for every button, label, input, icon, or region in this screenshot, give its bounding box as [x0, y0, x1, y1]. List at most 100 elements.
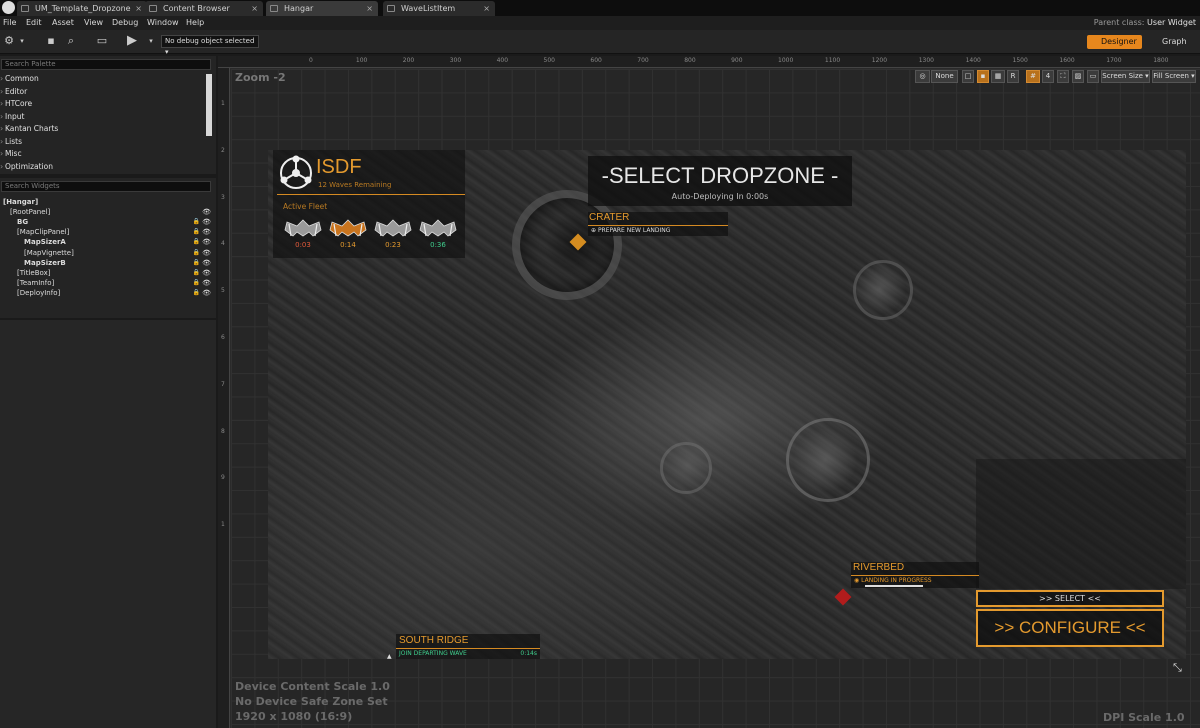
horizontal-ruler: 0 100 200 300 400 500 600 700 800 900 1000 1100 1200… — [218, 56, 1200, 68]
tab-um-template-dropzone[interactable]: UM_Template_Dropzone × — [17, 1, 147, 16]
palette-category[interactable]: Misc — [0, 148, 205, 161]
designer-button[interactable]: Designer — [1087, 35, 1142, 49]
ship-icon[interactable] — [328, 214, 368, 242]
screen-size-select[interactable]: Screen Size ▾ — [1101, 70, 1150, 83]
select-button[interactable]: >> SELECT << — [976, 590, 1164, 607]
hierarchy-row[interactable]: [TitleBox] 🔒 👁 — [0, 268, 216, 278]
locale-select[interactable]: None — [931, 70, 958, 83]
menu-file[interactable]: File — [3, 16, 16, 30]
lock-icon[interactable]: 🔒 — [193, 278, 200, 288]
tab-wavelistitem[interactable]: WaveListItem × — [383, 1, 495, 16]
tab-hangar[interactable]: Hangar × — [266, 1, 378, 16]
menu-help[interactable]: Help — [186, 16, 204, 30]
parent-class-value[interactable]: User Widget — [1147, 18, 1196, 27]
visibility-eye-icon[interactable]: 👁 — [202, 227, 211, 237]
ue-logo-icon[interactable] — [2, 1, 15, 14]
lock-icon[interactable]: 🔒 — [193, 248, 200, 258]
hierarchy-row[interactable]: BG 🔒 👁 — [0, 217, 216, 227]
palette-search-input[interactable]: Search Palette — [1, 59, 211, 70]
palette-scrollbar[interactable] — [206, 74, 212, 136]
ruler-tick-label: 2 — [221, 146, 225, 154]
lock-icon[interactable]: 🔒 — [193, 237, 200, 247]
chevron-down-icon[interactable]: ▾ — [144, 34, 158, 48]
lock-icon[interactable]: 🔒 — [193, 268, 200, 278]
ruler-tick-label: 1200 — [871, 57, 888, 64]
dropzone-riverbed[interactable]: RIVERBED ◉ LANDING IN PROGRESS — [851, 562, 979, 588]
zoom-fit-icon[interactable]: ⛶ — [1057, 70, 1069, 83]
layout-icon[interactable]: ▦ — [991, 70, 1005, 83]
menu-debug[interactable]: Debug — [112, 16, 138, 30]
dropzone-crater[interactable]: CRATER ⊕ PREPARE NEW LANDING — [588, 212, 728, 236]
visibility-eye-icon[interactable]: 👁 — [202, 288, 211, 298]
hierarchy-row[interactable]: [RootPanel] 👁 — [0, 207, 216, 217]
chevron-down-icon[interactable]: ▾ — [15, 34, 29, 48]
map-crater — [786, 418, 870, 502]
hierarchy-row[interactable]: MapSizerB 🔒 👁 — [0, 258, 216, 268]
dropzone-south-ridge[interactable]: SOUTH RIDGE JOIN DEPARTING WAVE 0:14s — [396, 634, 540, 659]
dpi-preview-icon[interactable]: ◎ — [915, 70, 930, 83]
widget-preview[interactable]: ISDF 12 Waves Remaining Active Fleet 0:0… — [268, 150, 1186, 659]
visibility-eye-icon[interactable]: 👁 — [202, 258, 211, 268]
palette-category[interactable]: HTCore — [0, 98, 205, 111]
respect-locks-button[interactable]: R — [1007, 70, 1019, 83]
hierarchy-row[interactable]: [TeamInfo] 🔒 👁 — [0, 278, 216, 288]
background-image-icon[interactable]: ▨ — [1072, 70, 1084, 83]
hierarchy-row[interactable]: [Hangar] — [0, 197, 216, 207]
palette-category[interactable]: Optimization — [0, 161, 205, 174]
visibility-eye-icon[interactable]: 👁 — [202, 207, 211, 217]
tab-content-browser[interactable]: Content Browser × — [145, 1, 263, 16]
configure-button[interactable]: >> CONFIGURE << — [976, 609, 1164, 647]
riverbed-marker-icon[interactable] — [834, 588, 852, 606]
play-icon[interactable]: ▶ — [125, 34, 139, 48]
visibility-eye-icon[interactable]: 👁 — [202, 278, 211, 288]
lock-icon[interactable]: 🔒 — [193, 227, 200, 237]
menu-view[interactable]: View — [84, 16, 103, 30]
ruler-tick-label: 600 — [590, 57, 602, 64]
ship-icon[interactable] — [373, 214, 413, 242]
palette-category[interactable]: Input — [0, 111, 205, 124]
palette-category[interactable]: Editor — [0, 86, 205, 99]
lock-icon[interactable]: ▪ — [977, 70, 989, 83]
menu-edit[interactable]: Edit — [26, 16, 42, 30]
menu-asset[interactable]: Asset — [52, 16, 74, 30]
compile-icon[interactable]: ⚙ — [2, 34, 16, 48]
debug-object-select[interactable]: No debug object selected ▾ — [161, 35, 259, 56]
resize-handle-icon[interactable]: ⤡ — [1173, 661, 1182, 675]
ruler-tick-label: 1 — [221, 100, 225, 107]
hierarchy-row[interactable]: MapSizerA 🔒 👁 — [0, 237, 216, 247]
flip-icon[interactable]: ▭ — [1087, 70, 1099, 83]
visibility-eye-icon[interactable]: 👁 — [202, 237, 211, 247]
ruler-tick-label: 1000 — [778, 57, 794, 64]
save-icon[interactable]: ▪ — [44, 34, 58, 48]
fill-screen-select[interactable]: Fill Screen ▾ — [1152, 70, 1196, 83]
find-in-browser-icon[interactable]: ⌕ — [64, 34, 78, 48]
ship-icon[interactable] — [418, 214, 458, 242]
hierarchy-row[interactable]: [MapClipPanel] 🔒 👁 — [0, 227, 216, 237]
close-icon[interactable]: × — [251, 1, 258, 16]
close-icon[interactable]: × — [366, 1, 373, 16]
close-icon[interactable]: × — [135, 1, 142, 16]
menu-window[interactable]: Window — [147, 16, 179, 30]
widget-search-input[interactable]: Search Widgets — [1, 181, 211, 192]
ship-icon[interactable] — [283, 214, 323, 242]
ruler-tick-label: 1600 — [1059, 57, 1075, 64]
visibility-eye-icon[interactable]: 👁 — [202, 217, 211, 227]
visibility-eye-icon[interactable]: 👁 — [202, 248, 211, 258]
grid-size-select[interactable]: 4 — [1042, 70, 1054, 83]
ruler-tick-label: 0 — [309, 57, 313, 64]
dropzone-status-text: PREPARE NEW LANDING — [597, 227, 671, 234]
visibility-eye-icon[interactable]: 👁 — [202, 268, 211, 278]
outline-toggle-icon[interactable]: □ — [962, 70, 974, 83]
graph-button[interactable]: Graph — [1150, 35, 1196, 49]
hierarchy-row[interactable]: [MapVignette] 🔒 👁 — [0, 248, 216, 258]
palette-category[interactable]: Lists — [0, 136, 205, 149]
lock-icon[interactable]: 🔒 — [193, 217, 200, 227]
lock-icon[interactable]: 🔒 — [193, 288, 200, 298]
lock-icon[interactable]: 🔒 — [193, 258, 200, 268]
palette-category[interactable]: Common — [0, 73, 205, 86]
hierarchy-row[interactable]: [DeployInfo] 🔒 👁 — [0, 288, 216, 298]
close-icon[interactable]: × — [483, 1, 490, 16]
settings-icon[interactable]: ▭ — [95, 34, 109, 48]
palette-category[interactable]: Kantan Charts — [0, 123, 205, 136]
grid-snap-icon[interactable]: # — [1026, 70, 1040, 83]
